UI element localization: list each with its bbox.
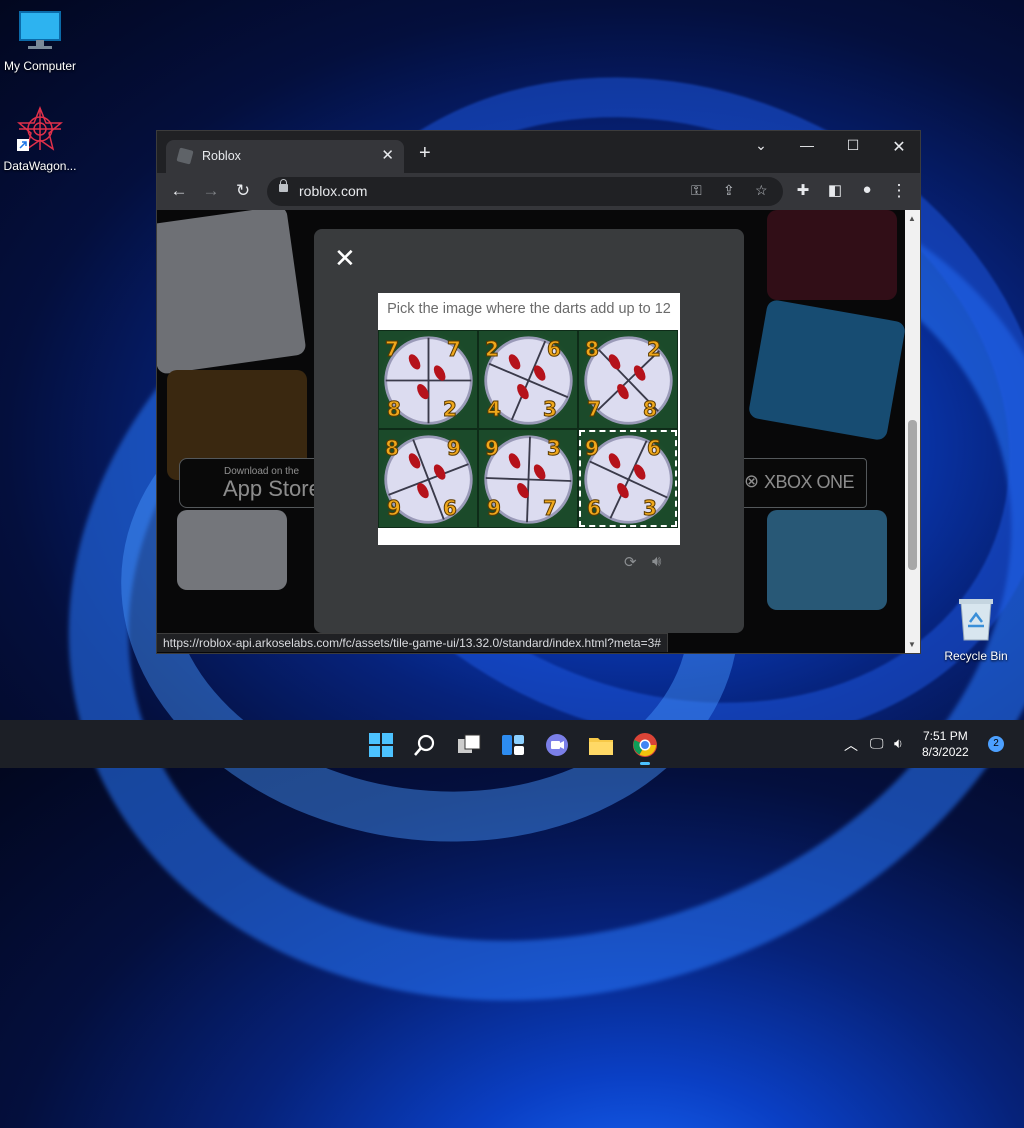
dartboard-number: 8 — [643, 397, 658, 422]
system-clock[interactable]: 7:51 PM 8/3/2022 — [922, 728, 969, 760]
scroll-down-arrow-icon[interactable]: ▼ — [908, 640, 916, 649]
dartboard-number: 7 — [447, 337, 462, 362]
share-icon[interactable]: ⇪ — [723, 182, 735, 199]
captcha-tile[interactable]: 9 6 6 3 — [578, 429, 678, 528]
desktop-icon-label: Recycle Bin — [944, 649, 1008, 663]
bookmark-star-icon[interactable]: ☆ — [755, 182, 768, 199]
network-icon[interactable]: 🖵︎ — [870, 735, 884, 752]
page-content: Download on the App Store ⊗ XBOX ONE ✕ P… — [157, 210, 905, 653]
tab-search-chevron-icon[interactable]: ⌄ — [749, 137, 773, 154]
notification-count-badge[interactable]: 2 — [988, 736, 1004, 752]
minimize-button[interactable]: — — [795, 137, 819, 153]
search-icon[interactable] — [412, 732, 438, 758]
back-arrow-icon[interactable]: ← — [168, 181, 190, 201]
chat-icon[interactable] — [544, 732, 570, 758]
dartboard-number: 4 — [487, 397, 502, 422]
dartboard-number: 6 — [587, 496, 602, 521]
url-text[interactable]: roblox.com — [299, 183, 367, 199]
dartboard-number: 9 — [485, 436, 500, 461]
extensions-puzzle-icon[interactable]: ✚ — [792, 181, 814, 199]
dartboard-number: 9 — [585, 436, 600, 461]
status-bar-url: https://roblox-api.arkoselabs.com/fc/ass… — [157, 633, 668, 652]
dartboard-number: 7 — [385, 337, 400, 362]
dartboard-number: 8 — [387, 397, 402, 422]
widgets-icon[interactable] — [500, 732, 526, 758]
file-explorer-icon[interactable] — [588, 732, 614, 758]
clock-date: 8/3/2022 — [922, 745, 969, 759]
show-hidden-icons-chevron-icon[interactable]: ︿ — [844, 735, 858, 755]
desktop-icon-my-computer[interactable]: My Computer — [0, 10, 80, 73]
address-bar[interactable]: roblox.com ⚿ ⇪ ☆ — [267, 177, 783, 206]
captcha-tile-grid: 778226438278899693979663 — [378, 330, 678, 528]
captcha-tile[interactable]: 9 3 9 7 — [478, 429, 578, 528]
dartboard-number: 8 — [585, 337, 600, 362]
taskbar: ︿ 🖵︎ 🔉︎ 7:51 PM 8/3/2022 2 — [0, 720, 1024, 768]
lock-icon — [279, 179, 288, 192]
audio-speaker-icon[interactable]: 🔊︎ — [652, 553, 661, 570]
desktop-icon-recycle-bin[interactable]: Recycle Bin — [936, 596, 1016, 663]
dartboard-number: 9 — [487, 496, 502, 521]
monitor-icon — [0, 10, 80, 55]
close-window-button[interactable]: ✕ — [887, 137, 911, 157]
captcha-frame: Pick the image where the darts add up to… — [378, 293, 680, 545]
desktop-icon-datawagon[interactable]: DataWagon... — [0, 105, 80, 173]
close-icon[interactable]: ✕ — [334, 245, 356, 271]
tab-title: Roblox — [202, 149, 241, 163]
captcha-prompt: Pick the image where the darts add up to… — [387, 301, 671, 317]
dartboard-number: 7 — [543, 496, 558, 521]
dartboard-number: 3 — [547, 436, 562, 461]
captcha-tile[interactable]: 8 2 7 8 — [578, 330, 678, 429]
clock-time: 7:51 PM — [923, 729, 968, 743]
captcha-tile[interactable]: 7 7 8 2 — [378, 330, 478, 429]
profile-avatar-icon[interactable]: ● — [856, 181, 878, 198]
dartboard-number: 6 — [647, 436, 662, 461]
tab-roblox[interactable]: Roblox ✕ — [166, 140, 404, 173]
scroll-up-arrow-icon[interactable]: ▲ — [908, 214, 916, 223]
dartboard-number: 9 — [447, 436, 462, 461]
dartboard-number: 2 — [647, 337, 662, 362]
menu-kebab-icon[interactable]: ⋮ — [888, 181, 910, 201]
dartboard-number: 6 — [547, 337, 562, 362]
maximize-button[interactable]: ☐ — [841, 137, 865, 154]
captcha-tile[interactable]: 2 6 4 3 — [478, 330, 578, 429]
roblox-favicon-icon — [176, 147, 194, 165]
tab-strip: Roblox ✕ + ⌄ — ☐ ✕ — [157, 131, 920, 173]
side-panel-icon[interactable]: ◧ — [824, 181, 846, 199]
forward-arrow-icon[interactable]: → — [200, 181, 222, 201]
browser-window: Roblox ✕ + ⌄ — ☐ ✕ ← → ↻ roblox.com ⚿ ⇪ … — [156, 130, 921, 654]
vertical-scrollbar[interactable]: ▲ ▼ — [905, 210, 920, 653]
desktop-icon-label: DataWagon... — [3, 159, 77, 173]
dartboard-number: 8 — [385, 436, 400, 461]
new-tab-button[interactable]: + — [419, 143, 431, 163]
datawagon-icon — [0, 105, 80, 155]
dartboard-number: 3 — [543, 397, 558, 422]
browser-toolbar: ← → ↻ roblox.com ⚿ ⇪ ☆ ✚ ◧ ● ⋮ — [157, 173, 920, 210]
reload-icon[interactable]: ↻ — [232, 181, 254, 201]
chrome-icon[interactable] — [632, 732, 658, 765]
dartboard-number: 3 — [643, 496, 658, 521]
desktop-icon-label: My Computer — [3, 59, 77, 73]
task-view-icon[interactable] — [456, 732, 482, 758]
dartboard-number: 2 — [443, 397, 458, 422]
recycle-bin-icon — [936, 596, 1016, 645]
key-icon[interactable]: ⚿ — [691, 182, 702, 199]
windows-start-icon[interactable] — [368, 732, 394, 758]
dartboard-number: 9 — [387, 496, 402, 521]
captcha-modal: ✕ Pick the image where the darts add up … — [314, 229, 744, 633]
refresh-icon[interactable]: ⟳ — [624, 553, 637, 571]
captcha-tile[interactable]: 8 9 9 6 — [378, 429, 478, 528]
volume-icon[interactable]: 🔉︎ — [894, 735, 903, 752]
dartboard-number: 7 — [587, 397, 602, 422]
scrollbar-thumb[interactable] — [908, 420, 917, 570]
dartboard-number: 2 — [485, 337, 500, 362]
dartboard-number: 6 — [443, 496, 458, 521]
tab-close-icon[interactable]: ✕ — [381, 146, 394, 164]
active-app-indicator — [640, 762, 650, 765]
